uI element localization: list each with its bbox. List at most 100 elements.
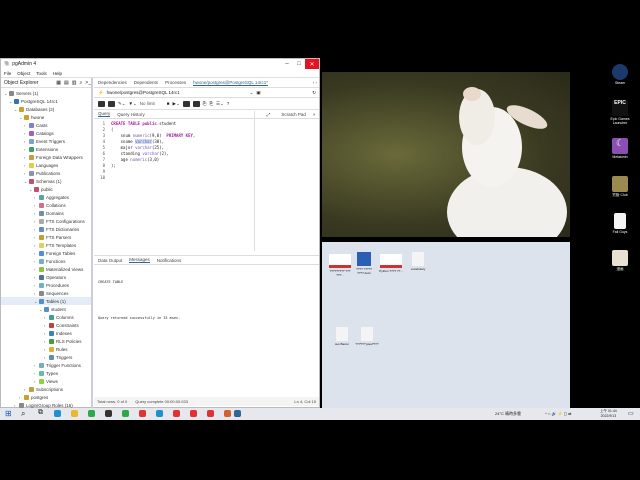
tab-data-output[interactable]: Data Output [98,258,122,263]
open-file-icon[interactable] [98,100,105,107]
tree-item[interactable]: ⌄ Servers (1) [1,89,91,97]
desktop-icon-fall-guys[interactable]: Fall Guys [605,213,635,234]
db-icon[interactable]: ▣ [256,90,260,96]
properties-icon[interactable]: ▦ [56,80,61,86]
menu-tools[interactable]: Tools [36,71,47,76]
tree-item[interactable]: › FTS Templates [1,241,91,249]
tree-item[interactable]: › Foreign Tables [1,249,91,257]
tree-item[interactable]: › Foreign Data Wrappers [1,153,91,161]
pgadmin-taskbar-icon[interactable] [234,410,241,417]
sql-editor[interactable]: 1 2 3 4 5 6 7 8 9 10 CREATE TABLE public.student … [94,120,254,250]
app-icon[interactable] [122,410,129,417]
search-icon[interactable]: ⌕ [79,80,82,86]
file-icon[interactable]: ????????? ??? ???... [328,254,352,277]
file-icon[interactable]: vocabulary [406,252,430,271]
help-icon[interactable]: ? [227,101,230,106]
clock[interactable]: 上午 01:44 2022/9/13 [600,409,617,418]
tab-query-history[interactable]: Query History [117,112,145,117]
tree-item[interactable]: › Materialized Views [1,265,91,273]
file-icon[interactable]: Python ???? ??... [379,254,403,273]
commit-icon[interactable]: ⎘ [203,101,207,106]
app-icon[interactable] [224,410,231,417]
tray-icons[interactable]: ^ ⌂ 🔊 ⚡ ◻ ⇄ [545,411,571,416]
tab-processes[interactable]: Processes [165,80,186,85]
tree-item[interactable]: ⌄ student [1,305,91,313]
tab-query-tool[interactable]: hwone/postgres@PostgreSQL 14rc1* [193,80,269,86]
tree-item[interactable]: › Subscriptions [1,385,91,393]
tree-item[interactable]: › Collations [1,201,91,209]
tree-item[interactable]: ⌄ public [1,185,91,193]
desktop-icon-epic[interactable]: EPIC Epic Games Launcher [605,100,635,125]
scratch-pad[interactable] [254,111,319,251]
filter-icon[interactable]: ▼⌄ [129,101,137,107]
tab-messages[interactable]: Messages [129,257,150,263]
weather-widget[interactable]: 24°C 晴時多雲 [495,411,521,417]
tree-item[interactable]: › Procedures [1,281,91,289]
tree-item[interactable]: › FTS Parsers [1,233,91,241]
tree-item[interactable]: › RLS Policies [1,337,91,345]
edge-icon[interactable] [54,410,61,417]
tree-item[interactable]: › postgres [1,393,91,401]
tree-item[interactable]: › FTS Dictionaries [1,225,91,233]
search-icon[interactable]: ⌕ [21,409,25,419]
minimize-button[interactable]: – [281,59,293,69]
explain-analyze-icon[interactable] [192,100,200,107]
edit-icon[interactable]: ✎⌄ [118,101,126,107]
tree-item[interactable]: › Extensions [1,145,91,153]
notifications-icon[interactable]: ▭ [628,410,634,417]
tree-item[interactable]: ⌄ hwone [1,113,91,121]
tree-item[interactable]: › Casts [1,121,91,129]
save-icon[interactable] [108,100,115,107]
tree-item[interactable]: › Columns [1,313,91,321]
sql-code[interactable]: CREATE TABLE public.student ( snum numer… [108,120,195,250]
tree-item[interactable]: › Sequences [1,289,91,297]
app-icon[interactable] [190,410,197,417]
tree-item[interactable]: ⌄ PostgreSQL 14rc1 [1,97,91,105]
maximize-button[interactable]: □ [293,59,305,69]
tree-item[interactable]: › Domains [1,209,91,217]
limit-select[interactable]: No limit [140,101,164,106]
terminal-icon[interactable]: >_ [85,80,91,86]
tree-item[interactable]: › Functions [1,257,91,265]
app-icon[interactable] [156,410,163,417]
refresh-icon[interactable]: ↻ [312,90,319,96]
rollback-icon[interactable]: ⎘ [209,101,213,106]
chevron-down-icon[interactable]: ⌄ [250,90,254,96]
connection-select[interactable]: hwone/postgres@PostgreSQL 14rc1 [107,90,247,95]
tree-item[interactable]: › Trigger Functions [1,361,91,369]
desktop-icon-manga[interactable]: 漫画 [605,250,635,272]
task-view-icon[interactable]: ⧉ [38,409,43,417]
desktop-icon-game[interactable]: 究极·Club [605,176,635,198]
sql-icon[interactable]: ▥ [72,80,77,86]
tree-item[interactable]: › Constraints [1,321,91,329]
execute-icon[interactable]: ▶⌄ [173,101,180,107]
tree-item[interactable]: › Indexes [1,329,91,337]
tree-item[interactable]: › Types [1,369,91,377]
app-icon[interactable] [105,410,112,417]
desktop-icon-steam[interactable]: Steam [605,64,635,85]
tab-scroll-icon[interactable]: ‹ › [313,80,319,85]
start-button[interactable]: ⊞ [5,409,12,418]
stop-icon[interactable]: ■ [167,101,170,106]
tree-item[interactable]: › Operators [1,273,91,281]
tree-item[interactable]: › Triggers [1,353,91,361]
close-button[interactable]: ✕ [305,59,319,69]
macros-icon[interactable]: ☰⌄ [216,101,224,107]
tab-notifications[interactable]: Notifications [157,258,182,263]
chrome-icon[interactable] [173,410,180,417]
table-icon[interactable]: ▤ [64,80,69,86]
menu-file[interactable]: File [4,71,11,76]
file-icon[interactable]: ???? ????? ????.docx [352,252,376,275]
tree-item[interactable]: › Rules [1,345,91,353]
desktop-icon-melatonin[interactable]: ☾ Melatonin [605,138,635,159]
menu-help[interactable]: Help [53,71,62,76]
explain-icon[interactable] [182,100,190,107]
tree-item[interactable]: ⌄ Schemas (1) [1,177,91,185]
tab-dependents[interactable]: Dependents [134,80,158,85]
file-icon[interactable]: sus Bacon [330,327,354,346]
tree-item[interactable]: › Languages [1,161,91,169]
tree-item[interactable]: › Views [1,377,91,385]
app-icon[interactable] [207,410,214,417]
tree-item[interactable]: ⌄ Databases (2) [1,105,91,113]
file-icon[interactable]: ?????? java???? [355,327,379,346]
